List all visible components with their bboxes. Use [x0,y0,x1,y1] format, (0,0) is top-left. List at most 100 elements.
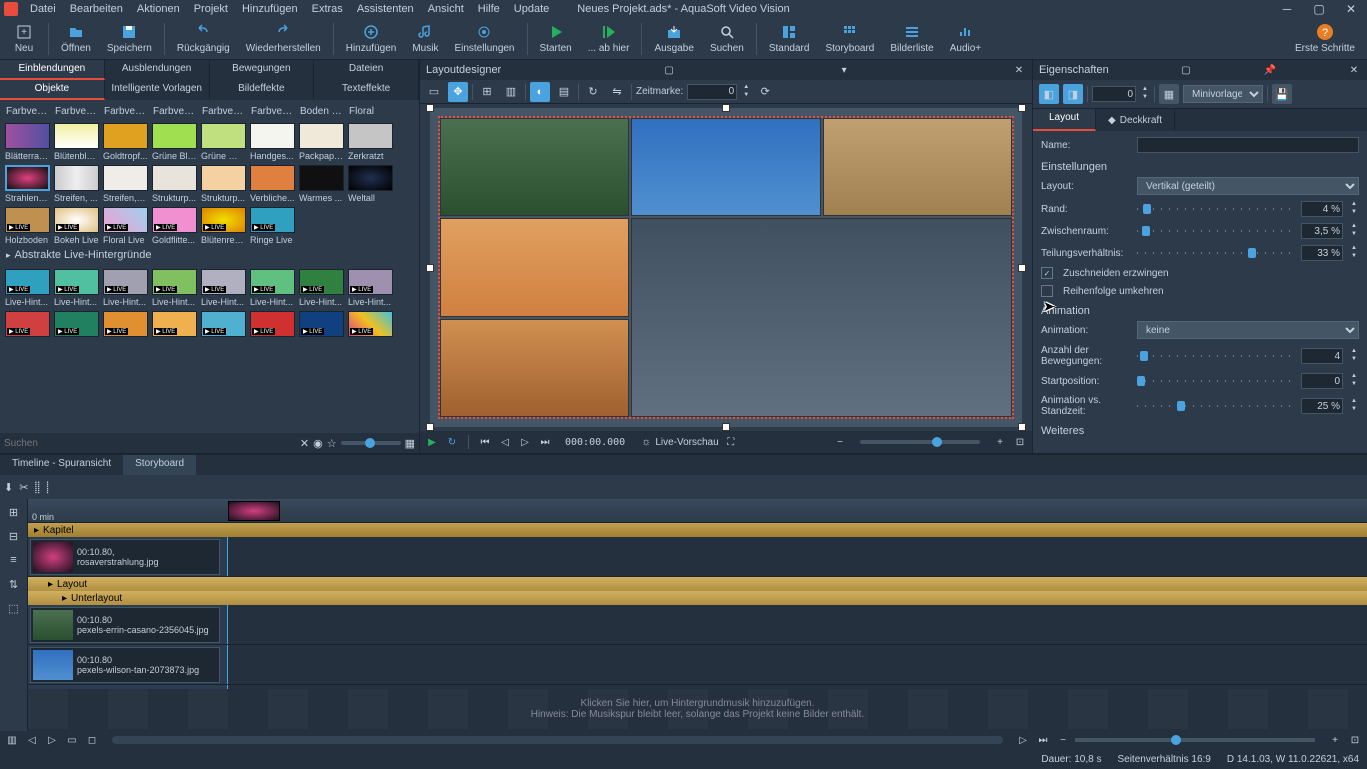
tab-storyboard[interactable]: Storyboard [123,455,196,475]
thumb-item[interactable]: ▶ LIVE [249,311,296,337]
selection-handle[interactable] [426,423,434,431]
tl-next-icon[interactable]: ▷ [44,732,60,748]
template-select[interactable]: Minivorlagen [1183,85,1263,103]
startpos-slider[interactable] [1137,380,1295,382]
name-input[interactable] [1137,137,1359,153]
thumb-item[interactable]: Strukturp... [200,165,247,203]
menu-hilfe[interactable]: Hilfe [472,1,506,17]
tl-tool-cut-icon[interactable]: ✂ [19,481,28,494]
add-button[interactable]: Hinzufügen [338,21,405,56]
timemark-spinner[interactable]: ▲▼ [741,84,751,100]
moves-value[interactable]: 4 [1301,348,1343,364]
standzeit-value[interactable]: 25 % [1301,398,1343,414]
music-button[interactable]: Musik [404,21,446,56]
timemark-input[interactable] [687,84,737,100]
startpos-value[interactable]: 0 [1301,373,1343,389]
thumb-label[interactable]: Floral [347,104,394,119]
designer-align-icon[interactable]: ▤ [554,82,574,102]
tl-add-track-icon[interactable]: ⊞ [5,503,23,521]
play-preview-icon[interactable]: ▶ [424,434,440,450]
timeline-zoom-slider[interactable] [1075,738,1315,742]
panel-pin-icon[interactable]: 📌 [1263,63,1277,77]
thumb-item[interactable]: ▶ LIVERinge Live [249,207,296,245]
thumb-label[interactable]: Farbverla... [249,104,296,119]
settings-button[interactable]: Einstellungen [446,21,522,56]
tab-einblendungen[interactable]: Einblendungen [0,60,105,80]
thumb-item[interactable]: Weltall [347,165,394,203]
pos-mode-b-icon[interactable]: ◨ [1063,84,1083,104]
tl-zoom-fit-icon[interactable]: ⊡ [1347,732,1363,748]
grid-icon[interactable]: ▦ [405,437,415,450]
thumb-item[interactable]: Warmes ... [298,165,345,203]
view-icon[interactable]: ◉ [313,437,323,450]
timeline-scrollbar[interactable] [112,736,1003,744]
designer-snap-icon[interactable]: ▥ [501,82,521,102]
undo-button[interactable]: Rückgängig [169,21,238,56]
track-unterlayout-2[interactable]: 00:10.80 pexels-wilson-tan-2073873.jpg [28,645,1367,685]
preview-expand-icon[interactable]: ⛶ [723,434,739,450]
selection-handle[interactable] [1018,423,1026,431]
thumb-item[interactable]: ▶ LIVELive-Hint... [53,269,100,307]
tl-filter-icon[interactable]: ▭ [64,732,80,748]
layout-standard-button[interactable]: Standard [761,21,818,56]
teilung-value[interactable]: 33 % [1301,245,1343,261]
thumb-item[interactable]: ▶ LIVELive-Hint... [102,269,149,307]
rand-value[interactable]: 4 % [1301,201,1343,217]
selection-handle[interactable] [722,423,730,431]
tl-prev-icon[interactable]: ◁ [24,732,40,748]
position-input[interactable] [1092,86,1136,102]
redo-button[interactable]: Wiederherstellen [238,21,329,56]
step-fwd-icon[interactable]: ▷ [517,434,533,450]
go-end-icon[interactable]: ⏭ [537,434,553,450]
tl-fit-icon[interactable]: ◻ [84,732,100,748]
panel-restore-icon[interactable]: ▢ [662,63,676,77]
designer-move-icon[interactable]: ✥ [448,82,468,102]
layout-storyboard-button[interactable]: Storyboard [817,21,882,56]
menu-datei[interactable]: Datei [24,1,62,17]
play-button[interactable]: Starten [532,21,580,56]
play-from-button[interactable]: ... ab hier [580,21,638,56]
thumb-item[interactable]: ▶ LIVE [298,311,345,337]
timeline-tracks[interactable]: 0 min ▸Kapitel 00:10.80, rosaverstrahlun… [28,499,1367,731]
close-button[interactable]: ✕ [1339,2,1363,16]
teilung-slider[interactable] [1137,252,1295,254]
menu-update[interactable]: Update [508,1,555,17]
collage-photo[interactable] [440,218,629,316]
designer-fill-icon[interactable]: ◐ [530,82,550,102]
moves-spinner[interactable]: ▲▼ [1349,348,1359,364]
track-kapitel[interactable]: 00:10.80, rosaverstrahlung.jpg [28,537,1367,577]
tab-layout[interactable]: Layout [1033,109,1096,131]
tab-timeline[interactable]: Timeline - Spuransicht [0,455,123,475]
zoom-slider[interactable] [860,440,980,444]
reverse-checkbox[interactable] [1041,285,1053,297]
clear-search-icon[interactable]: ✕ [300,437,309,450]
thumb-item[interactable]: Goldtropf... [102,123,149,161]
tab-vorlagen[interactable]: Intelligente Vorlagen [105,80,210,100]
layout-imagelist-button[interactable]: Bilderliste [882,21,941,56]
thumb-item[interactable]: ▶ LIVE [102,311,149,337]
timeline-ruler[interactable]: 0 min [28,499,1367,523]
panel-close-icon[interactable]: ✕ [1347,63,1361,77]
design-canvas[interactable] [430,108,1022,427]
rand-slider[interactable] [1137,208,1295,210]
save-button[interactable]: Speichern [99,21,160,56]
tab-dateien[interactable]: Dateien [314,60,419,80]
collage-photo[interactable] [631,118,820,216]
position-spinner[interactable]: ▲▼ [1140,86,1150,102]
panel-collapse-icon[interactable]: ▾ [837,63,851,77]
tl-tool-mark-icon[interactable]: ⬇ [4,481,13,494]
music-track[interactable]: Klicken Sie hier, um Hintergrundmusik hi… [28,689,1367,729]
thumb-item[interactable]: ▶ LIVELive-Hint... [200,269,247,307]
designer-rotate-icon[interactable]: ↻ [583,82,603,102]
thumb-label[interactable]: Farbverla... [102,104,149,119]
timeline-clip[interactable]: 00:10.80, rosaverstrahlung.jpg [30,539,220,575]
crop-checkbox[interactable]: ✓ [1041,267,1053,279]
thumb-item[interactable]: Grüne Wi... [200,123,247,161]
favorite-icon[interactable]: ☆ [327,437,337,450]
thumb-label[interactable]: Boden mi... [298,104,345,119]
export-button[interactable]: Ausgabe [646,21,701,56]
thumbnail-grid[interactable]: Farbverla... Farbverla... Farbverla... F… [0,100,419,433]
tl-zoom-in-icon[interactable]: + [1327,732,1343,748]
designer-select-icon[interactable]: ▭ [424,82,444,102]
thumb-item[interactable]: Streifen, s... [102,165,149,203]
